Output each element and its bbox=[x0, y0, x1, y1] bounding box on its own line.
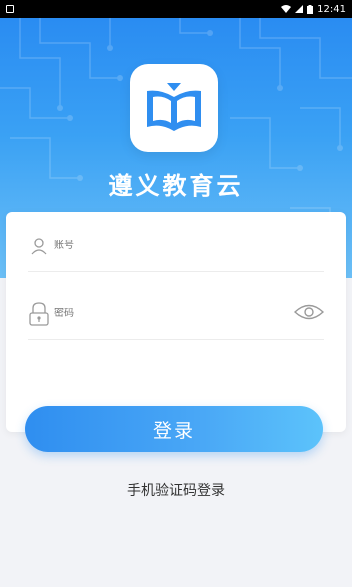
lock-icon bbox=[28, 301, 50, 326]
status-time: 12:41 bbox=[317, 3, 346, 15]
login-screen: 12:41 遵义教育云 账号 登录 手机验证码登录 bbox=[0, 0, 352, 587]
user-icon bbox=[28, 235, 50, 257]
login-card bbox=[6, 212, 346, 432]
eye-icon[interactable] bbox=[293, 302, 325, 322]
status-bar: 12:41 bbox=[0, 0, 352, 18]
account-field[interactable] bbox=[28, 220, 324, 272]
password-field[interactable] bbox=[28, 288, 325, 340]
sms-login-link[interactable]: 手机验证码登录 bbox=[0, 480, 352, 500]
signal-icon bbox=[295, 5, 304, 13]
wifi-icon bbox=[281, 5, 292, 13]
open-book-icon bbox=[147, 83, 201, 131]
password-input[interactable] bbox=[54, 308, 274, 319]
login-button[interactable]: 登录 bbox=[25, 406, 323, 452]
app-title: 遵义教育云 bbox=[108, 172, 244, 200]
app-notification-icon bbox=[6, 5, 14, 13]
app-logo bbox=[130, 64, 218, 152]
account-input[interactable] bbox=[54, 240, 274, 251]
battery-icon bbox=[307, 4, 314, 14]
